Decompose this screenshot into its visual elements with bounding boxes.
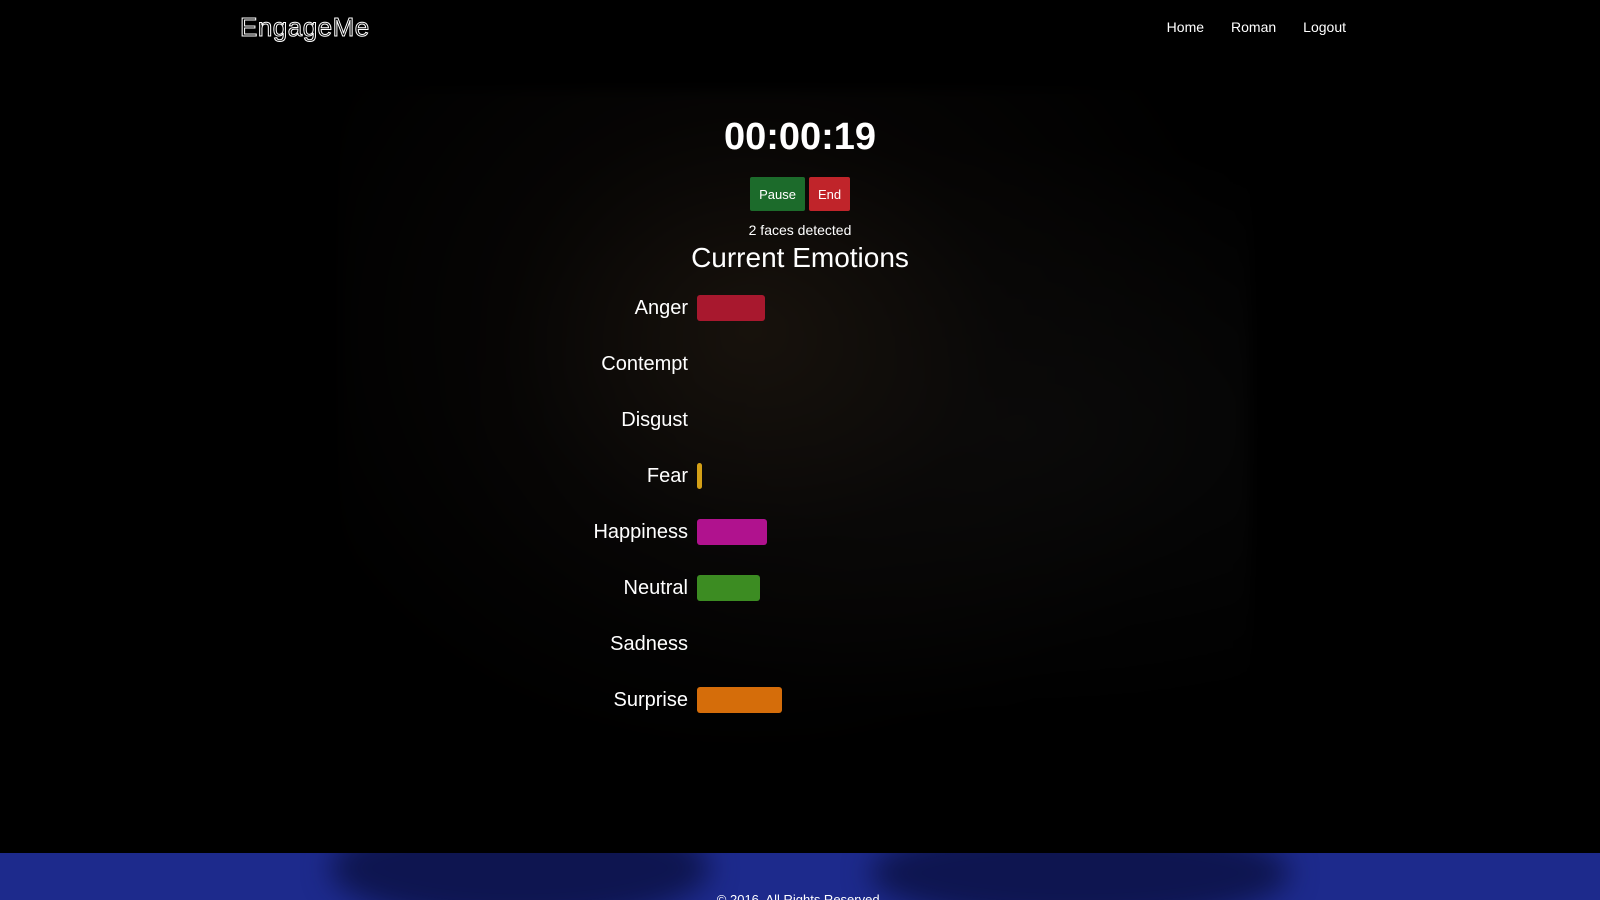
emotion-row: Contempt — [500, 350, 1100, 378]
nav-logout-link[interactable]: Logout — [1303, 19, 1346, 35]
emotion-row: Surprise — [500, 686, 1100, 714]
emotion-bar — [697, 519, 767, 545]
emotion-label: Contempt — [601, 353, 688, 375]
footer: © 2016. All Rights Reserved. — [0, 853, 1600, 900]
pause-button[interactable]: Pause — [750, 177, 805, 211]
brand-logo[interactable]: EngageMe — [240, 12, 370, 43]
session-timer: 00:00:19 — [723, 116, 877, 158]
emotion-row: Anger — [500, 294, 1100, 322]
emotion-bar — [697, 463, 702, 489]
emotion-label: Sadness — [610, 633, 688, 655]
emotion-label: Neutral — [623, 577, 688, 599]
emotion-row: Neutral — [500, 574, 1100, 602]
emotion-bar — [697, 575, 760, 601]
emotion-label: Surprise — [613, 689, 688, 711]
end-button[interactable]: End — [809, 177, 850, 211]
emotion-row: Happiness — [500, 518, 1100, 546]
emotion-row: Disgust — [500, 406, 1100, 434]
emotion-label: Happiness — [593, 521, 688, 543]
emotions-heading: Current Emotions — [691, 242, 909, 273]
emotion-label: Disgust — [621, 409, 688, 431]
copyright-text: © 2016. All Rights Reserved. — [716, 892, 884, 900]
session-controls: Pause End — [0, 177, 1600, 211]
emotion-row: Sadness — [500, 630, 1100, 658]
nav-user-link[interactable]: Roman — [1231, 19, 1276, 35]
faces-detected-status: 2 faces detected — [748, 222, 852, 238]
navbar: EngageMe Home Roman Logout — [0, 0, 1600, 58]
emotion-label: Anger — [634, 297, 688, 319]
emotion-label: Fear — [646, 465, 688, 487]
emotion-bar — [697, 687, 782, 713]
nav-home-link[interactable]: Home — [1167, 19, 1204, 35]
emotion-bar — [697, 295, 765, 321]
emotion-row: Fear — [500, 462, 1100, 490]
nav-links: Home Roman Logout — [1167, 19, 1346, 35]
